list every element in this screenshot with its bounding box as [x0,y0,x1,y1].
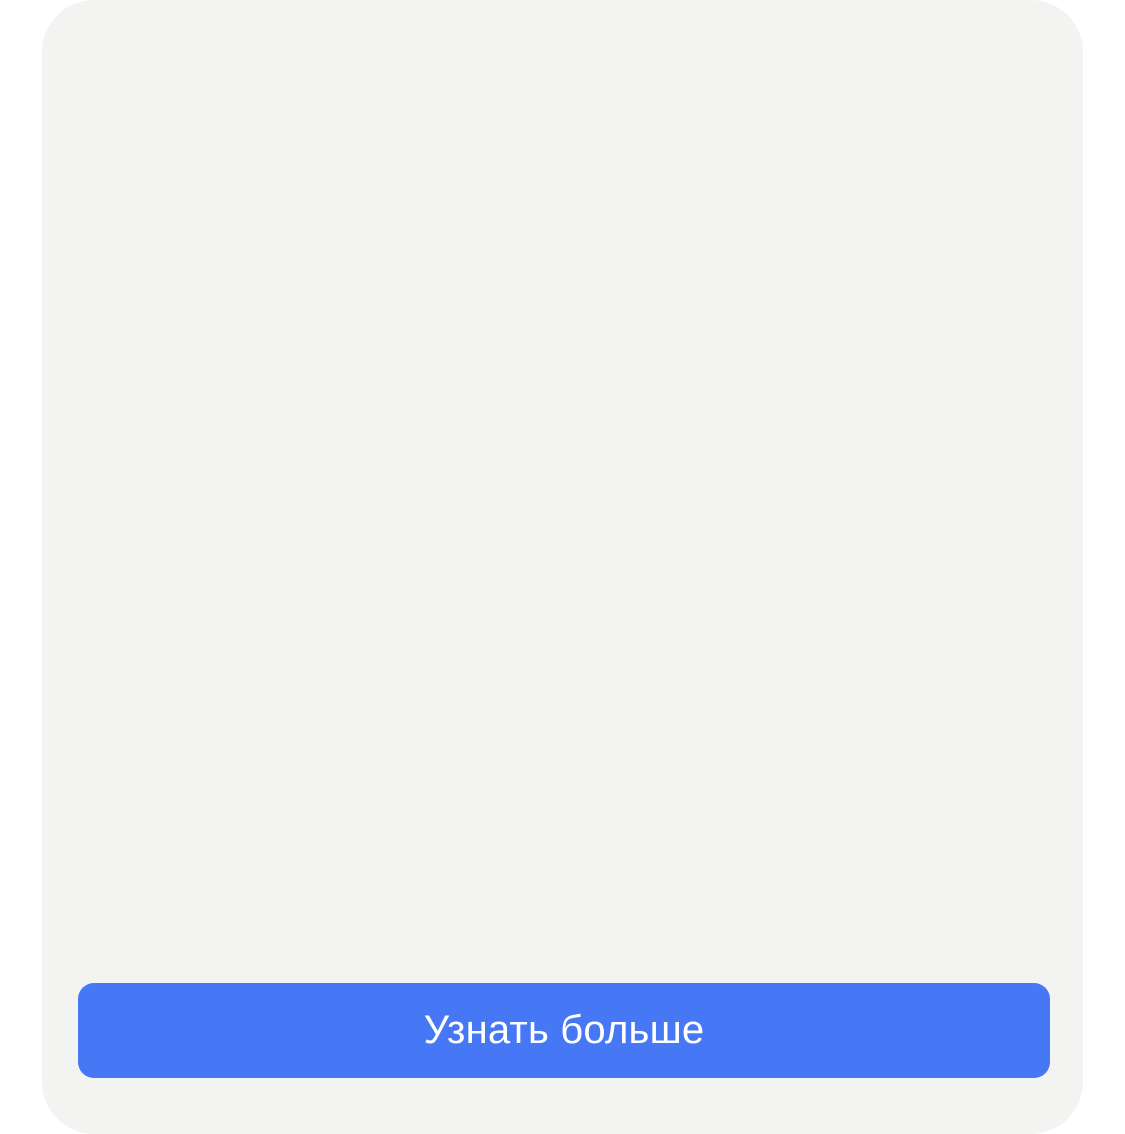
card-media-area [42,0,1083,960]
learn-more-button[interactable]: Узнать больше [78,983,1050,1078]
promo-card: Узнать больше [42,0,1083,1134]
